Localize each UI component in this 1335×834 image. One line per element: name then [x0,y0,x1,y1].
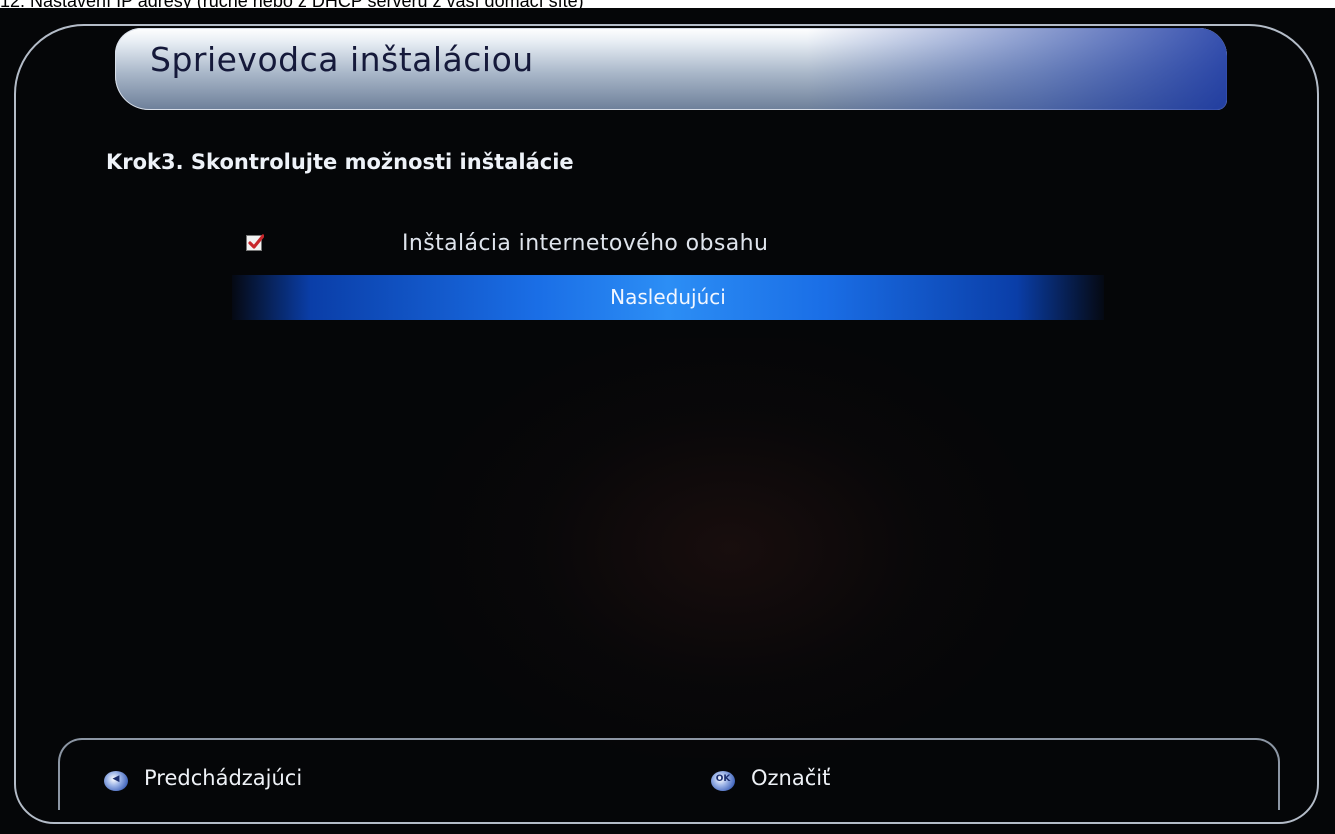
install-checkbox[interactable] [246,234,264,251]
next-button-label: Nasledujúci [610,285,726,309]
tv-screen [0,8,1335,834]
option-label: Inštalácia internetového obsahu [402,231,769,256]
back-arrow-icon: ◀ [104,771,128,791]
ok-button-icon: OK [711,771,735,791]
checkmark-icon [248,234,264,249]
title-bar-shine [807,28,1227,110]
step-heading: Krok3. Skontrolujte možnosti inštalácie [106,150,574,174]
wizard-title: Sprievodca inštaláciou [150,40,534,79]
install-internet-content-option[interactable]: Inštalácia internetového obsahu [240,228,1100,264]
previous-label: Predchádzajúci [144,766,303,790]
screen-frame [14,24,1319,824]
next-button[interactable]: Nasledujúci [232,275,1104,320]
mark-label: Označiť [751,766,831,790]
